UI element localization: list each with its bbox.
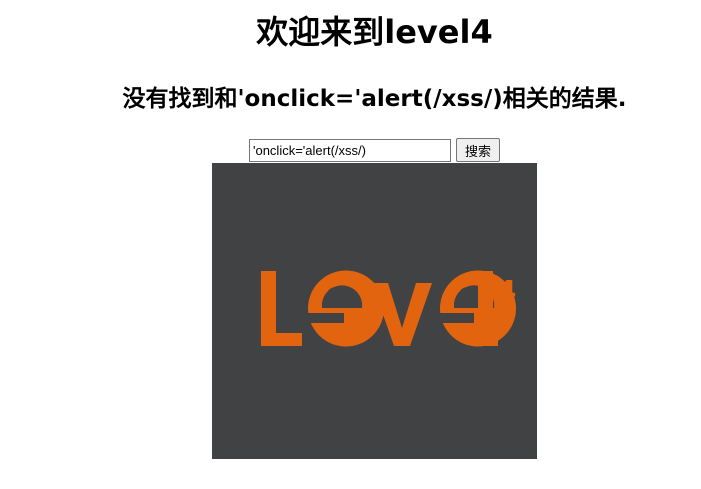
level4-logo-graphic: 4 (261, 270, 516, 347)
search-input[interactable] (248, 138, 451, 162)
level-logo-image: 4 (212, 163, 537, 459)
search-form: 搜索 (0, 138, 701, 162)
page-title: 欢迎来到level4 (256, 13, 493, 51)
search-button[interactable]: 搜索 (455, 138, 500, 162)
logo-superscript-4: 4 (497, 274, 516, 307)
page: 欢迎来到level4 没有找到和'onclick='alert(/xss/)相关… (0, 0, 701, 489)
search-result-message: 没有找到和'onclick='alert(/xss/)相关的结果. (122, 86, 627, 112)
